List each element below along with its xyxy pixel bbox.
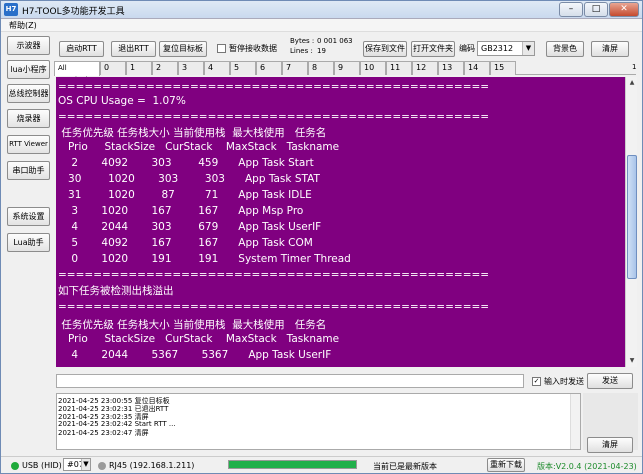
terminal-tabs: All Terminals0123456789101112131415	[54, 61, 636, 84]
tab-terminal-15[interactable]: 15	[490, 61, 516, 75]
tab-terminal-10[interactable]: 10	[360, 61, 386, 75]
background-color-button[interactable]: 背景色	[546, 41, 584, 57]
menu-help[interactable]: 帮助(Z)	[9, 20, 37, 31]
download-progress	[228, 460, 357, 469]
sidebar-item-lua-program[interactable]: lua小程序	[7, 60, 50, 79]
version-label: 版本:V2.0.4 (2021-04-23)	[537, 462, 637, 471]
window-title: H7-TOOL多功能开发工具	[22, 7, 125, 17]
log-panel[interactable]: 2021-04-25 23:00:55 复位目标板 2021-04-25 23:0…	[56, 393, 581, 450]
encoding-value: GB2312	[481, 44, 514, 53]
version-message: 当前已是最新版本	[373, 462, 437, 471]
terminal-line: ========================================…	[58, 301, 490, 313]
sidebar-item-serial-assistant[interactable]: 串口助手	[7, 161, 50, 180]
tab-terminal-11[interactable]: 11	[386, 61, 412, 75]
tab-terminal-0[interactable]: 0	[100, 61, 126, 75]
sidebar-item-programmer[interactable]: 烧录器	[7, 109, 50, 128]
tab-terminal-7[interactable]: 7	[282, 61, 308, 75]
pause-receive-checkbox[interactable]	[217, 44, 226, 53]
maximize-button[interactable]: □	[584, 2, 608, 17]
terminal-line: 任务优先级 任务栈大小 当前使用栈 最大栈使用 任务名	[58, 127, 327, 139]
terminal-line: 任务优先级 任务栈大小 当前使用栈 最大栈使用 任务名	[58, 319, 327, 331]
terminal-line: 0 1020 191 191 System Timer Thread	[58, 253, 351, 265]
terminal-line: 3 1020 167 167 App Msp Pro	[58, 205, 304, 217]
tab-terminal-14[interactable]: 14	[464, 61, 490, 75]
tab-terminal-6[interactable]: 6	[256, 61, 282, 75]
tab-terminal-5[interactable]: 5	[230, 61, 256, 75]
chevron-down-icon: ▼	[81, 459, 90, 470]
open-folder-button[interactable]: 打开文件夹	[411, 41, 455, 57]
send-input[interactable]	[56, 374, 524, 388]
tab-terminal-8[interactable]: 8	[308, 61, 334, 75]
exit-rtt-button[interactable]: 退出RTT	[111, 41, 156, 57]
scroll-down-icon[interactable]: ▼	[626, 355, 638, 367]
rj45-status: RJ45 (192.168.1.211)	[109, 461, 195, 470]
terminal-line: Prio StackSize CurStack MaxStack Tasknam…	[58, 333, 340, 345]
minimize-button[interactable]: –	[559, 2, 583, 17]
log-clear-button[interactable]: 清屏	[587, 437, 633, 453]
timed-send-label: 输入时发送	[544, 377, 584, 386]
usb-status: USB (HID)	[22, 461, 62, 470]
log-scrollbar[interactable]	[570, 394, 580, 449]
sidebar-item-oscilloscope[interactable]: 示波器	[7, 36, 50, 55]
lines-value: 19	[317, 47, 326, 55]
app-window: H7 H7-TOOL多功能开发工具 – □ ✕ 帮助(Z) 示波器 lua小程序…	[0, 0, 643, 474]
terminal-line: 2 4092 303 459 App Task Start	[58, 157, 314, 169]
start-rtt-button[interactable]: 启动RTT	[59, 41, 104, 57]
status-bar: USB (HID) #07 ▼ RJ45 (192.168.1.211) 当前已…	[1, 456, 642, 473]
log-side-panel: 清屏	[583, 393, 638, 453]
save-to-file-button[interactable]: 保存到文件	[363, 41, 407, 57]
tab-terminal-9[interactable]: 9	[334, 61, 360, 75]
terminal-line: ========================================…	[58, 81, 490, 93]
encoding-select[interactable]: GB2312 ▼	[477, 41, 535, 56]
progress-fill	[229, 461, 356, 468]
tab-terminal-1[interactable]: 1	[126, 61, 152, 75]
clear-screen-button[interactable]: 清屏	[591, 41, 629, 57]
scroll-up-icon[interactable]: ▲	[626, 77, 638, 89]
sidebar-item-lua-assistant[interactable]: Lua助手	[7, 233, 50, 252]
sidebar-item-rtt-viewer[interactable]: RTT Viewer	[7, 135, 50, 154]
lines-label: Lines :	[290, 47, 313, 55]
title-bar: H7 H7-TOOL多功能开发工具 – □ ✕	[1, 1, 642, 19]
sidebar-item-bus-controller[interactable]: 总线控制器	[7, 84, 50, 103]
close-button[interactable]: ✕	[609, 2, 639, 17]
terminal-line: OS CPU Usage = 1.07%	[58, 95, 186, 107]
terminal-line: 5 4092 167 167 App Task COM	[58, 237, 313, 249]
port-select[interactable]: #07 ▼	[63, 458, 91, 471]
menu-bar: 帮助(Z)	[1, 19, 642, 32]
bytes-label: Bytes :	[290, 37, 315, 45]
tab-right-marker: 1	[632, 63, 637, 71]
tab-terminal-3[interactable]: 3	[178, 61, 204, 75]
terminal-line: 如下任务被检测出栈溢出	[58, 285, 174, 297]
log-line: 2021-04-25 23:02:42 Start RTT ...	[58, 420, 176, 428]
app-icon: H7	[4, 3, 18, 16]
terminal-line: ========================================…	[58, 269, 490, 281]
chevron-down-icon: ▼	[522, 42, 534, 55]
terminal-line: 4 2044 303 679 App Task UserIF	[58, 221, 322, 233]
send-button[interactable]: 发送	[587, 373, 633, 389]
redownload-button[interactable]: 重新下载	[487, 458, 525, 472]
scrollbar-thumb[interactable]	[627, 155, 637, 279]
sidebar-item-system-settings[interactable]: 系统设置	[7, 207, 50, 226]
timed-send-checkbox[interactable]: ✓	[532, 377, 541, 386]
log-line: 2021-04-25 23:02:47 清屏	[58, 429, 149, 437]
tab-terminal-12[interactable]: 12	[412, 61, 438, 75]
terminal-line: 31 1020 87 71 App Task IDLE	[58, 189, 312, 201]
terminal-line: 4 2044 5367 5367 App Task UserIF	[58, 349, 332, 361]
tab-all-terminals[interactable]: All Terminals	[54, 61, 100, 84]
tab-terminal-4[interactable]: 4	[204, 61, 230, 75]
terminal-line: 30 1020 303 303 App Task STAT	[58, 173, 320, 185]
rj45-status-icon	[98, 462, 106, 470]
terminal-line: ========================================…	[58, 111, 490, 123]
rtt-terminal-output[interactable]: ========================================…	[56, 77, 625, 367]
reset-target-button[interactable]: 复位目标板	[159, 41, 207, 57]
terminal-line: Prio StackSize CurStack MaxStack Tasknam…	[58, 141, 340, 153]
terminal-scrollbar[interactable]: ▲ ▼	[625, 77, 637, 367]
tab-terminal-2[interactable]: 2	[152, 61, 178, 75]
sidebar: 示波器 lua小程序 总线控制器 烧录器 RTT Viewer 串口助手 系统设…	[4, 33, 51, 453]
bytes-value: 0 001 063	[317, 37, 353, 45]
usb-status-icon	[11, 462, 19, 470]
pause-receive-label: 暂停接收数据	[229, 44, 277, 53]
encoding-label: 编码	[459, 44, 475, 53]
tab-terminal-13[interactable]: 13	[438, 61, 464, 75]
